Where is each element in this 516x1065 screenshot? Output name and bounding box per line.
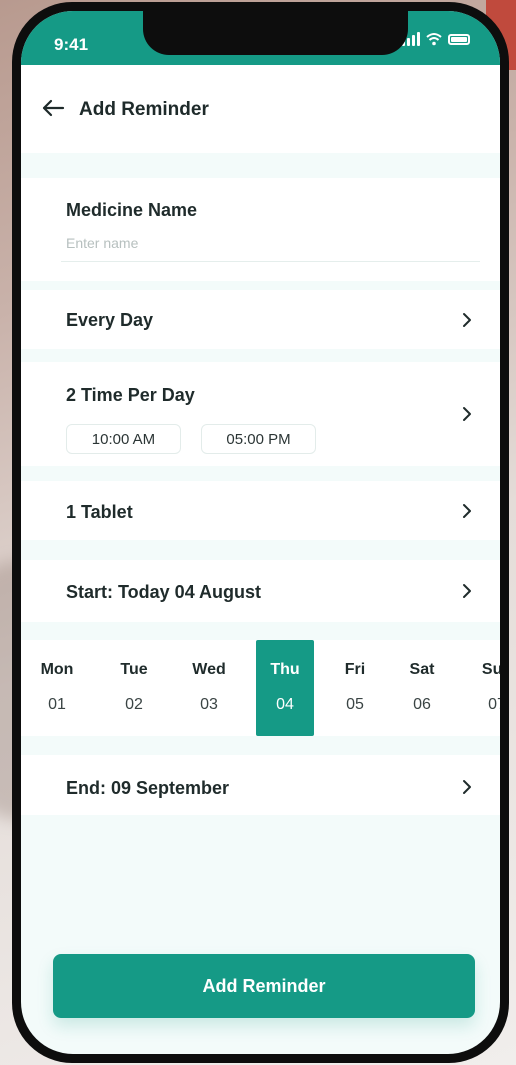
wifi-icon xyxy=(426,33,442,46)
chevron-right-icon xyxy=(463,313,471,327)
phone-frame: 9:41 Add Reminder Medicine Name Enter na… xyxy=(12,2,509,1063)
page-title: Add Reminder xyxy=(79,99,209,120)
times-per-day-label: 2 Time Per Day xyxy=(66,385,195,405)
day-number: 04 xyxy=(276,696,294,713)
back-arrow-icon[interactable] xyxy=(41,98,65,118)
day-name: Thu xyxy=(270,661,300,678)
day-item[interactable]: Tue 02 xyxy=(105,640,163,736)
frequency-row[interactable]: Every Day xyxy=(21,290,500,349)
dosage-label: 1 Tablet xyxy=(66,502,133,522)
medicine-name-input[interactable] xyxy=(61,235,480,262)
status-time: 9:41 xyxy=(54,35,89,54)
medicine-name-card: Medicine Name xyxy=(21,178,500,281)
status-icons xyxy=(402,32,470,46)
chevron-right-icon xyxy=(463,504,471,518)
start-date-label: Start: Today 04 August xyxy=(66,582,262,602)
day-number: 05 xyxy=(346,696,364,713)
day-selector: Mon 01 Tue 02 Wed 03 Thu 04 Fri 05 Sat 0… xyxy=(21,640,500,736)
day-name: Sat xyxy=(409,661,435,678)
day-item-selected[interactable]: Thu 04 xyxy=(256,640,314,736)
chevron-right-icon xyxy=(463,780,471,794)
day-name: Tue xyxy=(120,661,148,678)
day-name: Wed xyxy=(192,661,226,678)
time-chip[interactable]: 05:00 PM xyxy=(201,424,316,454)
frequency-label: Every Day xyxy=(66,310,154,330)
time-chip[interactable]: 10:00 AM xyxy=(66,424,181,454)
day-name: Fri xyxy=(344,661,366,678)
day-name: Mon xyxy=(40,661,74,678)
day-number: 02 xyxy=(125,696,143,713)
chevron-right-icon xyxy=(463,407,471,421)
day-name: Sun xyxy=(481,661,500,678)
dosage-row[interactable]: 1 Tablet xyxy=(21,481,500,540)
notch xyxy=(143,11,408,55)
times-per-day-row[interactable]: 2 Time Per Day 10:00 AM 05:00 PM xyxy=(21,362,500,466)
start-date-row[interactable]: Start: Today 04 August xyxy=(21,560,500,622)
battery-icon xyxy=(448,33,470,45)
medicine-name-label: Medicine Name xyxy=(66,200,198,220)
day-item[interactable]: Sun 07 xyxy=(468,640,500,736)
day-item[interactable]: Sat 06 xyxy=(393,640,451,736)
chevron-right-icon xyxy=(463,584,471,598)
day-number: 01 xyxy=(48,696,66,713)
day-number: 07 xyxy=(488,696,500,713)
day-number: 06 xyxy=(413,696,431,713)
day-number: 03 xyxy=(200,696,218,713)
app-header: Add Reminder xyxy=(21,65,500,153)
phone-screen: 9:41 Add Reminder Medicine Name Enter na… xyxy=(21,11,500,1054)
end-date-label: End: 09 September xyxy=(66,778,230,798)
day-item[interactable]: Wed 03 xyxy=(180,640,238,736)
day-item[interactable]: Fri 05 xyxy=(326,640,384,736)
add-reminder-button[interactable]: Add Reminder xyxy=(53,954,475,1018)
day-item[interactable]: Mon 01 xyxy=(28,640,86,736)
end-date-row[interactable]: End: 09 September xyxy=(21,755,500,815)
